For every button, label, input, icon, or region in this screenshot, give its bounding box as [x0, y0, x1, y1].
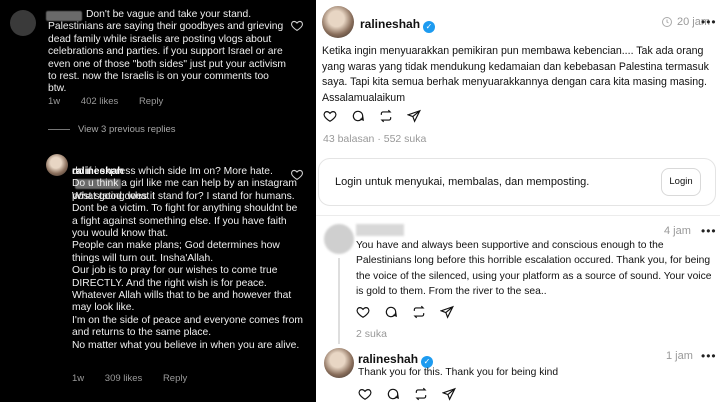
divider-dash: [48, 128, 70, 130]
post-actions: [323, 109, 421, 123]
threads-post-panel: ralineshah ✓ 20 jam ••• Ketika ingin meny…: [316, 0, 720, 402]
post-header: ralineshah ✓: [360, 15, 436, 33]
reply-link[interactable]: Reply: [163, 373, 187, 384]
comment-meta: 1w 309 likes Reply: [72, 373, 205, 384]
post-text: Ketika ingin menyuarakkan pemikiran pun …: [322, 45, 709, 104]
reply-actions: [356, 305, 454, 319]
comment-meta: 1w 402 likes Reply: [48, 96, 181, 107]
more-options-icon[interactable]: •••: [701, 15, 717, 29]
reply-likes[interactable]: 2 suka: [356, 328, 387, 340]
view-previous-label: View 3 previous replies: [78, 124, 176, 135]
reply-actions: [358, 387, 456, 401]
comment-text: Don't be vague and take your stand. Pale…: [48, 9, 286, 95]
login-prompt-card: Login untuk menyukai, membalas, dan memp…: [318, 158, 716, 206]
heart-icon[interactable]: [290, 19, 304, 32]
repost-icon[interactable]: [379, 109, 393, 123]
replies-count[interactable]: 43 balasan: [323, 133, 374, 145]
more-options-icon[interactable]: •••: [701, 349, 717, 363]
comment-time: 1w: [72, 373, 85, 384]
blurred-username: [356, 224, 404, 236]
verified-icon: ✓: [423, 21, 436, 33]
reply-username[interactable]: ralineshah: [358, 352, 418, 366]
comment-time: 1w: [48, 96, 61, 107]
share-icon[interactable]: [440, 305, 454, 319]
heart-icon[interactable]: [356, 305, 370, 319]
share-icon[interactable]: [442, 387, 456, 401]
commenter-avatar[interactable]: [324, 224, 354, 254]
ralineshah-avatar[interactable]: [322, 6, 354, 38]
divider: [316, 215, 720, 216]
share-icon[interactable]: [407, 109, 421, 123]
clock-icon: [662, 17, 672, 27]
likes-count[interactable]: 552 suka: [384, 133, 427, 145]
post-stats: 43 balasan · 552 suka: [323, 133, 426, 145]
repost-icon[interactable]: [414, 387, 428, 401]
comment-likes[interactable]: 309 likes: [105, 373, 143, 384]
reply-text: Thank you for this. Thank you for being …: [358, 367, 559, 378]
more-options-icon[interactable]: •••: [701, 224, 717, 238]
comment-icon[interactable]: [386, 387, 400, 401]
reply-time: 1 jam: [666, 350, 693, 362]
heart-icon[interactable]: [323, 109, 337, 123]
comment-likes[interactable]: 402 likes: [81, 96, 119, 107]
comment-icon[interactable]: [351, 109, 365, 123]
commenter-avatar[interactable]: [10, 10, 36, 36]
heart-icon[interactable]: [358, 387, 372, 401]
repost-icon[interactable]: [412, 305, 426, 319]
post-username[interactable]: ralineshah: [360, 17, 420, 31]
instagram-comments-panel: Don't be vague and take your stand. Pale…: [0, 0, 316, 402]
ralineshah-avatar[interactable]: [46, 154, 68, 176]
reply-link[interactable]: Reply: [139, 96, 163, 107]
view-previous-replies[interactable]: View 3 previous replies: [48, 124, 176, 135]
comment-icon[interactable]: [384, 305, 398, 319]
comment-text: do if i express which side Im on? More h…: [72, 166, 303, 351]
login-prompt-text: Login untuk menyukai, membalas, dan memp…: [335, 176, 590, 188]
reply-text: You have and always been supportive and …: [356, 240, 712, 298]
reply-time: 4 jam: [664, 225, 691, 237]
ralineshah-avatar[interactable]: [324, 348, 354, 378]
thread-line: [338, 258, 340, 344]
login-button[interactable]: Login: [661, 168, 701, 196]
heart-icon[interactable]: [290, 168, 304, 181]
